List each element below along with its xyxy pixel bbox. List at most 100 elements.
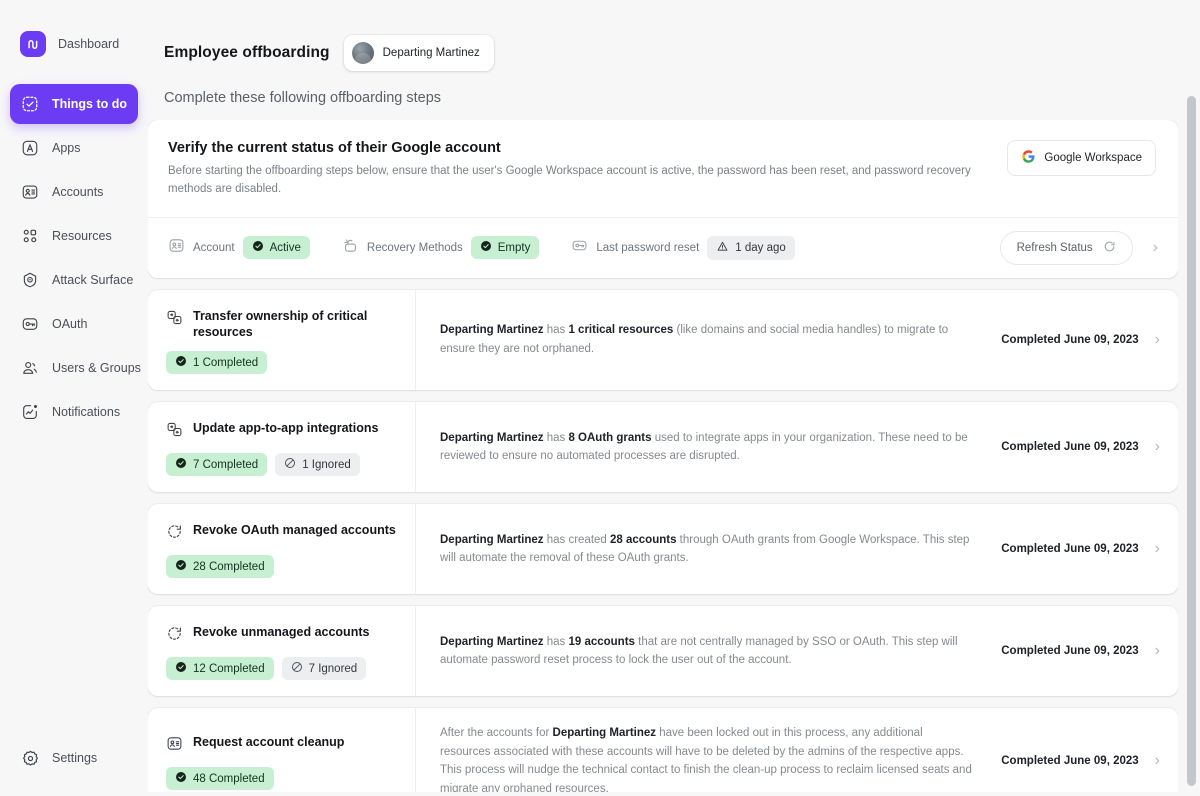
sidebar-item-oauth[interactable]: OAuth [10, 304, 138, 344]
sidebar-item-label: Settings [52, 751, 98, 765]
sidebar-item-dashboard[interactable]: Dashboard [10, 24, 138, 64]
chevron-right-icon[interactable]: › [1145, 331, 1162, 348]
sidebar-item-apps[interactable]: Apps [10, 128, 138, 168]
task-badge: 1 Completed [166, 351, 268, 375]
verify-card-text: Verify the current status of their Googl… [168, 140, 987, 199]
task-description-emphasis: 19 accounts [568, 635, 635, 648]
sidebar-item-notifications[interactable]: Notifications [10, 392, 138, 432]
sidebar-item-label: Attack Surface [52, 273, 134, 287]
google-icon [1021, 149, 1036, 167]
sidebar-item-label: Dashboard [58, 37, 120, 51]
sidebar-item-accounts[interactable]: Accounts [10, 172, 138, 212]
steps-scroll-area[interactable]: Verify the current status of their Googl… [148, 120, 1178, 792]
scrollbar-thumb[interactable] [1187, 96, 1196, 786]
task-description-text: After the accounts for [440, 727, 553, 740]
lock-rotate-icon [342, 237, 359, 259]
sidebar-nav: Dashboard Things to do Apps Accounts Res… [0, 24, 148, 432]
id-card-icon [166, 735, 184, 757]
key-icon [571, 237, 588, 259]
chevron-right-icon[interactable]: › [1145, 643, 1162, 659]
task-badge: 12 Completed [166, 657, 274, 681]
task-heading: Revoke unmanaged accounts [166, 624, 399, 647]
task-description-text: has [543, 324, 569, 337]
user-chip-label: Departing Martinez [382, 47, 480, 59]
sidebar: Dashboard Things to do Apps Accounts Res… [0, 0, 148, 796]
chevron-right-icon[interactable]: › [1145, 753, 1162, 769]
verify-card-description: Before starting the offboarding steps be… [168, 165, 971, 195]
checkbox-icon [20, 94, 40, 114]
offboarding-steps-list: Transfer ownership of critical resources… [148, 289, 1178, 792]
user-chip[interactable]: Departing Martinez [343, 35, 494, 71]
table-row[interactable]: Revoke OAuth managed accounts 28 Complete… [148, 504, 1178, 595]
sidebar-item-label: OAuth [52, 317, 88, 331]
ignored-icon [284, 457, 296, 472]
task-badge: 7 Completed [166, 453, 268, 477]
scrollbar-track[interactable] [1187, 0, 1198, 796]
task-badge: 28 Completed [166, 555, 274, 579]
verify-google-account-card: Verify the current status of their Googl… [148, 120, 1178, 278]
task-status-label: Completed June 09, 2023 [1001, 645, 1139, 658]
refresh-icon [1103, 240, 1116, 256]
gear-icon [20, 748, 40, 768]
table-row[interactable]: Update app-to-app integrations 7 Complete… [148, 402, 1178, 493]
task-status[interactable]: Completed June 09, 2023 › [995, 708, 1178, 792]
sidebar-item-label: Apps [52, 141, 81, 155]
task-status[interactable]: Completed June 09, 2023 › [995, 606, 1178, 696]
task-badges: 1 Completed [166, 351, 399, 375]
avatar [351, 42, 374, 64]
status-last-password-reset: Last password reset 1 day ago [571, 235, 795, 260]
verify-card-title: Verify the current status of their Googl… [168, 140, 501, 156]
google-workspace-badge-label: Google Workspace [1044, 152, 1142, 164]
task-summary: Transfer ownership of critical resources… [148, 289, 416, 391]
task-details: After the accounts for Departing Martine… [416, 708, 995, 792]
id-card-icon [168, 237, 185, 259]
check-filled-icon [175, 559, 187, 574]
check-filled-icon [175, 771, 187, 786]
task-description-emphasis: Departing Martinez [440, 324, 544, 337]
task-status[interactable]: Completed June 09, 2023 › [995, 402, 1178, 492]
table-row[interactable]: Request account cleanup 48 Completed After… [148, 708, 1178, 792]
sidebar-item-label: Accounts [52, 185, 104, 199]
resources-grid-icon [20, 226, 40, 246]
sidebar-item-things-to-do[interactable]: Things to do [10, 84, 138, 124]
key-icon [20, 314, 40, 334]
task-badge: 48 Completed [166, 767, 274, 791]
apps-icon [20, 138, 40, 158]
status-recovery-label: Recovery Methods [366, 241, 463, 254]
transfer-icon [166, 421, 184, 443]
page-subtitle: Complete these following offboarding ste… [164, 90, 442, 106]
sidebar-item-resources[interactable]: Resources [10, 216, 138, 256]
verify-card-status-bar: Account Active Recovery Methods Empty La… [148, 216, 1178, 278]
task-description-emphasis: 1 critical resources [568, 324, 674, 337]
status-account-badge: Active [242, 236, 310, 260]
task-description-text: has [543, 635, 569, 648]
sidebar-item-attack-surface[interactable]: Attack Surface [10, 260, 138, 300]
table-row[interactable]: Revoke unmanaged accounts 12 Completed 7 I… [148, 606, 1178, 697]
shield-target-icon [20, 270, 40, 290]
task-description: Departing Martinez has 19 accounts that … [440, 633, 975, 670]
table-row[interactable]: Transfer ownership of critical resources… [148, 289, 1178, 391]
task-status[interactable]: Completed June 09, 2023 › [995, 504, 1178, 594]
task-description: After the accounts for Departing Martine… [440, 724, 975, 792]
refresh-status-button[interactable]: Refresh Status [999, 230, 1133, 265]
chevron-right-icon[interactable]: › [1145, 541, 1162, 557]
task-status-label: Completed June 09, 2023 [1001, 441, 1139, 454]
task-description-emphasis: 8 OAuth grants [568, 431, 652, 444]
sidebar-item-settings[interactable]: Settings [10, 738, 138, 778]
task-title: Revoke unmanaged accounts [193, 625, 370, 640]
task-title: Revoke OAuth managed accounts [193, 523, 396, 538]
task-status-label: Completed June 09, 2023 [1001, 543, 1139, 556]
task-status[interactable]: Completed June 09, 2023 › [995, 290, 1178, 391]
google-workspace-badge[interactable]: Google Workspace [1007, 140, 1156, 176]
sidebar-item-label: Resources [52, 229, 112, 243]
task-heading: Request account cleanup [166, 734, 399, 757]
sidebar-footer: Settings [0, 738, 148, 796]
chevron-right-icon[interactable]: › [1145, 439, 1162, 455]
chevron-right-icon[interactable]: › [1143, 239, 1160, 256]
main-content: Employee offboarding Departing Martinez … [148, 0, 1200, 796]
status-password-badge: 1 day ago [707, 235, 795, 260]
task-badge: 7 Ignored [281, 657, 367, 681]
check-filled-icon [175, 457, 187, 472]
users-group-icon [20, 358, 40, 378]
sidebar-item-users-groups[interactable]: Users & Groups [10, 348, 141, 388]
